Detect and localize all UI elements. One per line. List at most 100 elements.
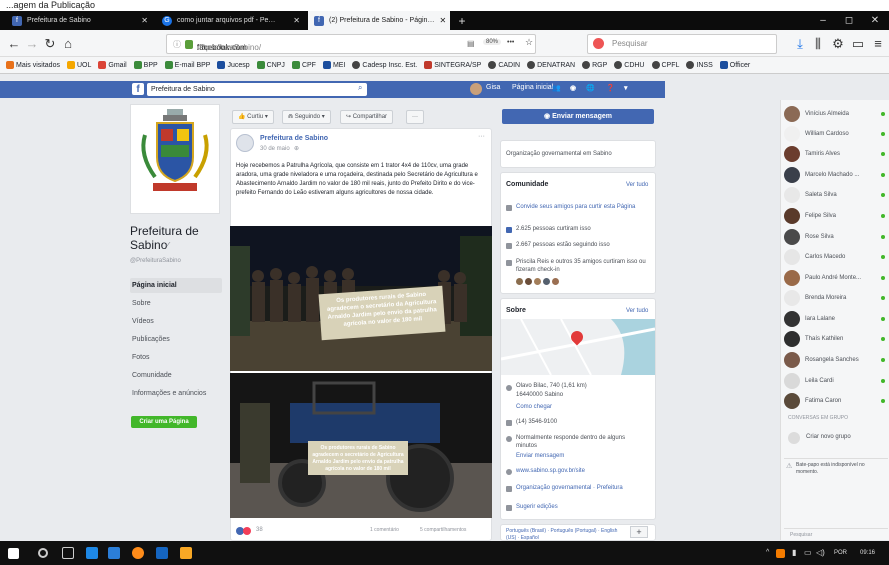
post-photo-tractor[interactable]: Os produtores rurais de Sabino agradecem… <box>230 373 492 518</box>
bookmark-cnpj[interactable]: CNPJ <box>256 61 285 69</box>
reader-icon[interactable]: ▤ <box>467 39 475 48</box>
zoom-level[interactable]: 80% <box>483 39 502 45</box>
contact-item[interactable]: Felipe Silva <box>784 207 885 225</box>
share-button[interactable]: ↪ Compartilhar <box>340 110 394 124</box>
close-window-button[interactable]: ✕ <box>862 11 888 30</box>
create-group-link[interactable]: Criar novo grupo <box>806 434 851 440</box>
user-avatar[interactable] <box>470 83 482 95</box>
post-date[interactable]: 30 de maio <box>260 146 290 152</box>
create-page-button[interactable]: Criar uma Página <box>131 416 197 428</box>
send-message-link[interactable]: Enviar mensagem <box>516 453 564 459</box>
facebook-search-input[interactable]: Prefeitura de Sabino <box>147 83 367 96</box>
contact-item[interactable]: Carlos Macedo <box>784 248 885 266</box>
bookmark-cadin[interactable]: CADIN <box>488 61 520 69</box>
contact-item[interactable]: Leila Cardi <box>784 372 885 390</box>
about-see-all[interactable]: Ver tudo <box>626 308 648 314</box>
contact-item[interactable]: Rosangela Sanches <box>784 351 885 369</box>
bookmark-email-bpp[interactable]: E-mail BPP <box>164 61 210 69</box>
category-link[interactable]: Organização governamental · Prefeitura <box>516 485 623 491</box>
tray-chevron-icon[interactable]: ^ <box>766 549 769 556</box>
reload-icon[interactable]: ↻ <box>42 36 58 52</box>
forward-arrow-icon[interactable]: → <box>24 36 40 52</box>
contact-item[interactable]: Saleta Silva <box>784 186 885 204</box>
home-icon[interactable]: ⌂ <box>60 36 76 52</box>
bookmark-inss[interactable]: INSS <box>686 61 713 69</box>
user-name-link[interactable]: Gisa <box>486 84 500 91</box>
directions-link[interactable]: Como chegar <box>516 404 552 410</box>
contact-item[interactable]: Rose Silva <box>784 228 885 246</box>
reaction-count[interactable]: 38 <box>256 527 263 533</box>
minimize-button[interactable]: – <box>810 11 836 30</box>
notifications-globe-icon[interactable]: 🌐 <box>586 84 595 92</box>
bookmark-cdhu[interactable]: CDHU <box>614 61 645 69</box>
bookmark-cpf[interactable]: CPF <box>291 61 316 69</box>
more-actions-button[interactable]: ··· <box>406 110 424 124</box>
file-explorer-icon[interactable] <box>180 547 192 559</box>
help-icon[interactable]: ❓ <box>606 84 615 92</box>
bookmark-mei[interactable]: MEI <box>322 61 345 69</box>
taskbar-app-icon[interactable] <box>156 547 168 559</box>
community-see-all[interactable]: Ver tudo <box>626 182 648 188</box>
page-handle[interactable]: @PrefeituraSabino <box>130 258 181 264</box>
chat-search-input[interactable]: Pesquisar <box>784 528 888 540</box>
location-map[interactable] <box>501 319 655 375</box>
friend-requests-icon[interactable]: 👥 <box>552 84 561 92</box>
menu-informacoes-anuncios[interactable]: Informações e anúncios <box>130 386 222 401</box>
tab-close-icon[interactable]: ✕ <box>141 16 148 25</box>
facebook-logo-icon[interactable]: f <box>132 83 144 95</box>
contact-item[interactable]: William Cardoso <box>784 125 885 143</box>
like-button[interactable]: 👍 Curtiu ▾ <box>232 110 274 124</box>
contact-item[interactable]: Vinícius Almeida <box>784 105 885 123</box>
bookmark-star-icon[interactable]: ☆ <box>525 37 533 48</box>
menu-pagina-inicial[interactable]: Página inicial <box>130 278 222 293</box>
download-icon[interactable]: ⤓ <box>792 36 808 52</box>
invite-friends-link[interactable]: Convide seus amigos para curtir esta Pág… <box>516 203 644 211</box>
contact-item[interactable]: Paulo André Monte... <box>784 269 885 287</box>
menu-publicacoes[interactable]: Publicações <box>130 332 222 347</box>
volume-icon[interactable]: ◁) <box>816 548 825 557</box>
back-arrow-icon[interactable]: ← <box>6 36 22 52</box>
contact-item[interactable]: Fatima Caron <box>784 392 885 410</box>
account-menu-icon[interactable]: ▾ <box>624 84 628 92</box>
bookmark-sintegra[interactable]: SINTEGRA/SP <box>424 61 481 69</box>
page-actions-menu[interactable]: ••• <box>507 39 514 46</box>
tab-pdf-search[interactable]: G como juntar arquivos pdf - Pe… ✕ <box>156 11 306 30</box>
bookmark-cpfl[interactable]: CPFL <box>651 61 679 69</box>
bookmark-gmail[interactable]: Gmail <box>98 61 127 69</box>
keyboard-language[interactable]: POR <box>834 550 847 556</box>
task-view-icon[interactable] <box>62 547 74 559</box>
url-bar[interactable]: ⓘ https://www. facebook.com/PrefeituraSab… <box>166 34 536 54</box>
bookmark-mais-visitados[interactable]: Mais visitados <box>6 61 60 69</box>
search-icon[interactable]: ⌕ <box>358 83 362 93</box>
sidebar-icon[interactable]: ▭ <box>850 36 866 52</box>
tab-facebook-active[interactable]: f (2) Prefeitura de Sabino - Págin… ✕ <box>308 11 450 30</box>
profile-picture[interactable] <box>130 104 220 214</box>
follow-button[interactable]: ⋒ Seguindo ▾ <box>282 110 331 124</box>
bookmark-denatran[interactable]: DENATRAN <box>527 61 575 69</box>
comment-count[interactable]: 1 comentário <box>370 527 399 533</box>
search-icon[interactable] <box>38 548 48 558</box>
gear-icon[interactable]: ⚙ <box>830 36 846 52</box>
tray-app-icon[interactable] <box>776 549 785 558</box>
post-photo-group[interactable]: Os produtores rurais de Sabino agradecem… <box>230 226 492 371</box>
languages-links[interactable]: Português (Brasil) · Português (Portugal… <box>506 528 624 540</box>
firefox-icon[interactable] <box>132 547 144 559</box>
windows-start-icon[interactable] <box>8 548 19 559</box>
menu-fotos[interactable]: Fotos <box>130 350 222 365</box>
network-icon[interactable]: ▮ <box>792 548 796 557</box>
display-icon[interactable]: ▭ <box>804 548 812 557</box>
browser-search-input[interactable]: Pesquisar <box>587 34 777 54</box>
add-language-button[interactable]: + <box>630 526 648 538</box>
tab-close-icon[interactable]: ✕ <box>293 16 300 25</box>
hamburger-menu-icon[interactable]: ≡ <box>870 36 886 52</box>
store-icon[interactable] <box>86 547 98 559</box>
messenger-icon[interactable]: ◉ <box>570 84 576 92</box>
edge-icon[interactable] <box>108 547 120 559</box>
tab-close-icon[interactable]: ✕ <box>439 16 446 25</box>
home-link[interactable]: Página inicial <box>512 84 553 91</box>
bookmark-uol[interactable]: UOL <box>66 61 91 69</box>
bookmark-officer[interactable]: Officer <box>719 61 750 69</box>
menu-videos[interactable]: Vídeos <box>130 314 222 329</box>
menu-comunidade[interactable]: Comunidade <box>130 368 222 383</box>
bookmark-cadesp[interactable]: Cadesp Insc. Est. <box>352 61 417 69</box>
